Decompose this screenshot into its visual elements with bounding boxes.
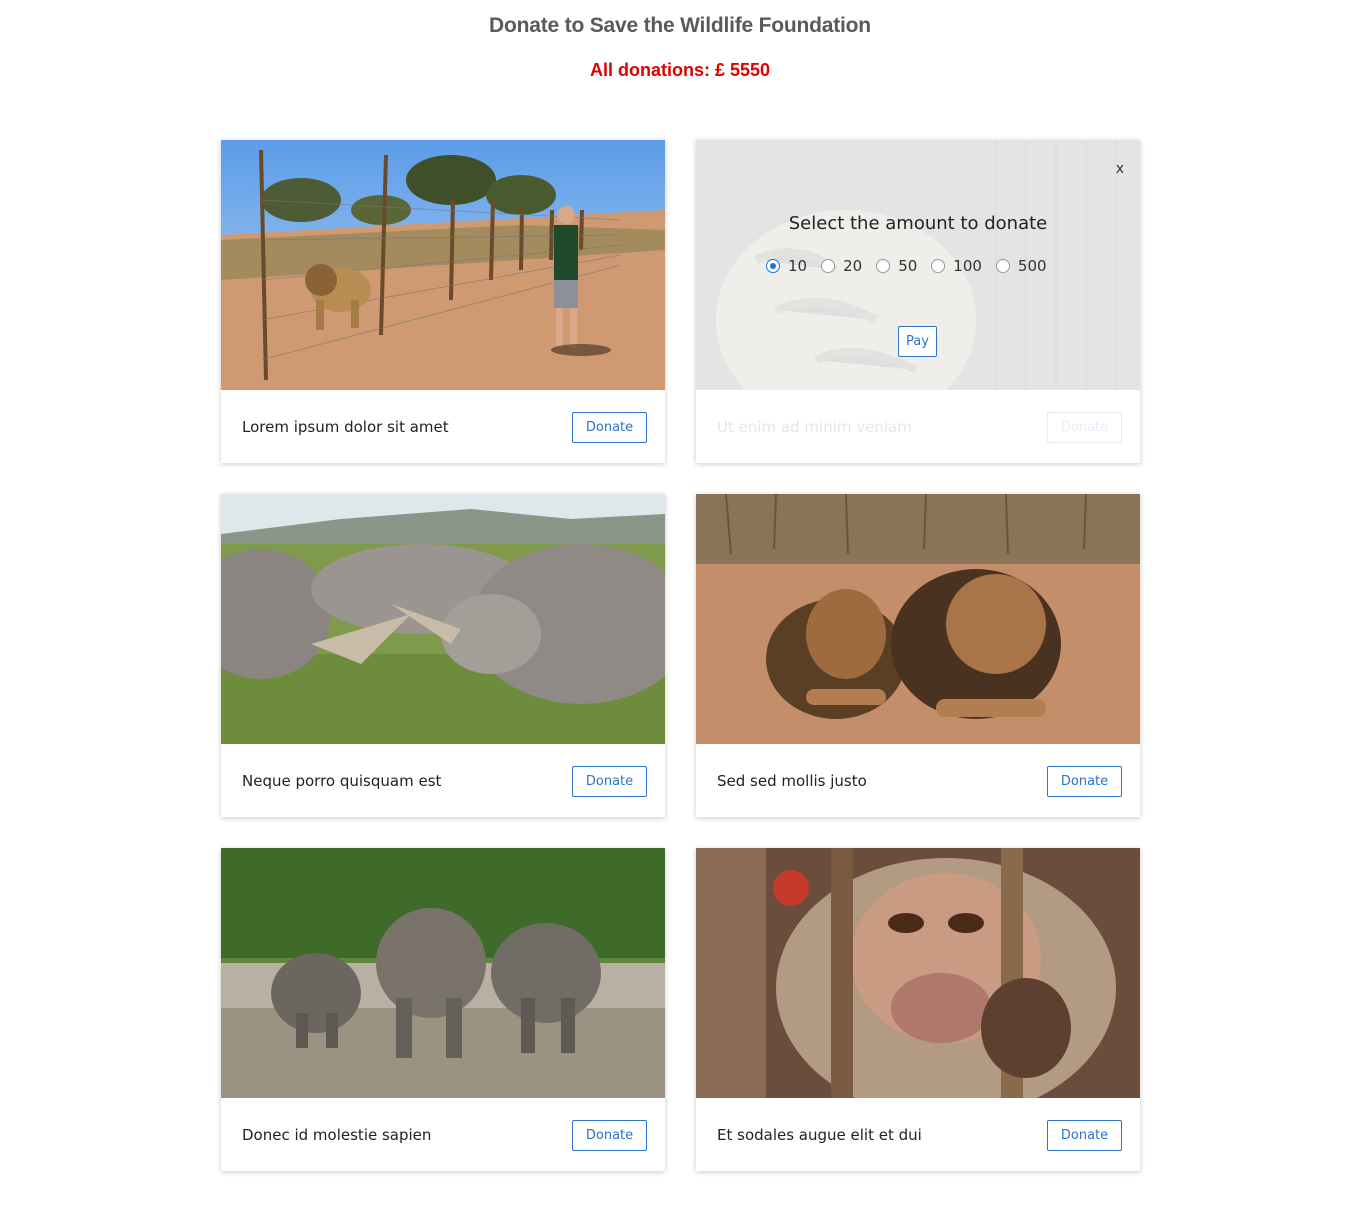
donation-card: Et sodales augue elit et dui Donate bbox=[696, 848, 1140, 1171]
donate-button[interactable]: Donate bbox=[1047, 766, 1122, 797]
close-icon[interactable]: x bbox=[1116, 161, 1124, 177]
amount-option-20[interactable]: 20 bbox=[821, 257, 862, 275]
radio-icon[interactable] bbox=[995, 259, 1010, 273]
amount-label: 10 bbox=[788, 257, 808, 275]
card-caption: Ut enim ad minim veniam bbox=[717, 418, 912, 436]
donation-card: Lorem ipsum dolor sit amet Donate bbox=[221, 140, 665, 463]
donation-card: Sed sed mollis justo Donate bbox=[696, 494, 1140, 817]
donate-button[interactable]: Donate bbox=[1047, 412, 1122, 443]
card-photo bbox=[221, 848, 665, 1098]
donate-button[interactable]: Donate bbox=[572, 412, 647, 443]
donate-button[interactable]: Donate bbox=[572, 766, 647, 797]
radio-icon[interactable] bbox=[821, 259, 836, 273]
card-caption: Donec id molestie sapien bbox=[242, 1126, 432, 1144]
radio-icon[interactable] bbox=[876, 259, 891, 273]
card-photo bbox=[221, 494, 665, 744]
pay-button[interactable]: Pay bbox=[898, 326, 937, 357]
donations-total: All donations: £ 5550 bbox=[589, 60, 771, 80]
card-caption: Lorem ipsum dolor sit amet bbox=[242, 418, 449, 436]
donation-modal: x Select the amount to donate 10 20 50 1… bbox=[696, 140, 1140, 390]
card-photo bbox=[221, 140, 665, 390]
donate-button[interactable]: Donate bbox=[572, 1120, 647, 1151]
card-caption: Et sodales augue elit et dui bbox=[717, 1126, 922, 1144]
amount-option-10[interactable]: 10 bbox=[766, 257, 807, 275]
amount-options: 10 20 50 100 500 bbox=[766, 257, 1049, 275]
modal-title: Select the amount to donate bbox=[788, 213, 1048, 234]
page-title: Donate to Save the Wildlife Foundation bbox=[489, 14, 871, 37]
amount-label: 20 bbox=[843, 257, 863, 275]
amount-label: 50 bbox=[898, 257, 918, 275]
donation-card: x Select the amount to donate 10 20 50 1… bbox=[696, 140, 1140, 463]
amount-option-100[interactable]: 100 bbox=[931, 257, 982, 275]
amount-option-50[interactable]: 50 bbox=[876, 257, 917, 275]
donation-card: Donec id molestie sapien Donate bbox=[221, 848, 665, 1171]
card-caption: Sed sed mollis justo bbox=[717, 772, 867, 790]
donate-button[interactable]: Donate bbox=[1047, 1120, 1122, 1151]
amount-option-500[interactable]: 500 bbox=[995, 257, 1047, 275]
card-caption: Neque porro quisquam est bbox=[242, 772, 442, 790]
card-photo bbox=[696, 494, 1140, 744]
amount-label: 100 bbox=[953, 257, 982, 275]
radio-icon[interactable] bbox=[931, 259, 946, 273]
radio-icon[interactable] bbox=[766, 259, 780, 273]
card-photo bbox=[696, 848, 1140, 1098]
donation-card: Neque porro quisquam est Donate bbox=[221, 494, 665, 817]
amount-label: 500 bbox=[1017, 257, 1047, 275]
